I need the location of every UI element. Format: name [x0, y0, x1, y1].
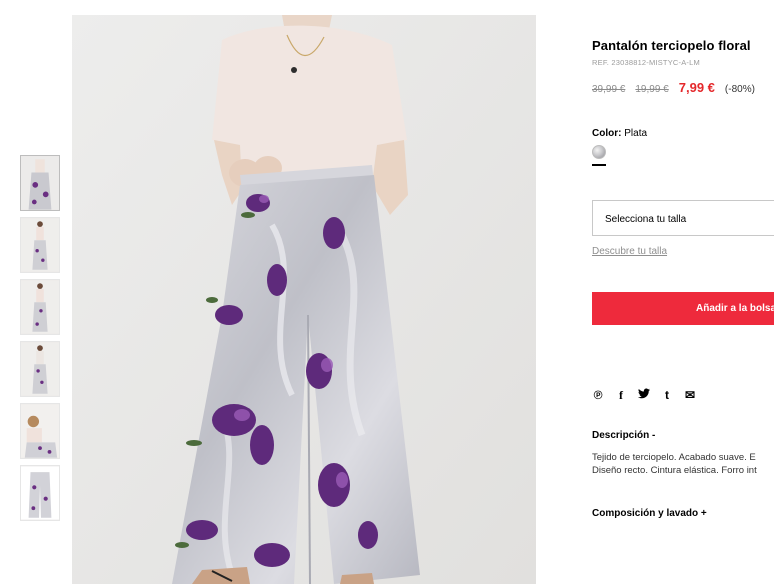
thumbnail-6[interactable]	[20, 465, 60, 521]
description-line-1: Tejido de terciopelo. Acabado suave. E	[592, 452, 756, 463]
thumbnail-4[interactable]	[20, 341, 60, 397]
twitter-icon[interactable]	[638, 388, 650, 403]
size-select[interactable]: Selecciona tu talla	[592, 200, 774, 236]
size-guide-link[interactable]: Descubre tu talla	[592, 246, 667, 257]
thumbnail-3[interactable]	[20, 279, 60, 335]
facebook-icon[interactable]: f	[615, 388, 627, 403]
discount-badge: (-80%)	[724, 84, 755, 95]
tumblr-icon[interactable]: t	[661, 388, 673, 403]
color-label: Color:	[592, 128, 622, 139]
thumbnail-5[interactable]	[20, 403, 60, 459]
price-sale: 7,99 €	[678, 80, 715, 95]
composition-toggle[interactable]: Composición y lavado +	[592, 508, 707, 519]
product-info-panel: Pantalón terciopelo floral REF. 23038812…	[592, 38, 774, 519]
thumbnail-1[interactable]	[20, 155, 60, 211]
description-text: Tejido de terciopelo. Acabado suave. E D…	[592, 451, 757, 477]
email-icon[interactable]: ✉	[684, 388, 696, 403]
thumbnail-2[interactable]	[20, 217, 60, 273]
share-icons: ℗ f t ✉	[592, 388, 696, 403]
product-reference: REF. 23038812-MISTYC-A-LM	[592, 58, 700, 67]
price-original: 39,99 €	[592, 84, 626, 95]
color-value: Plata	[624, 128, 648, 139]
description-line-2: Diseño recto. Cintura elástica. Forro in…	[592, 465, 757, 476]
product-title: Pantalón terciopelo floral	[592, 38, 751, 53]
color-selector: Color: Plata	[592, 128, 774, 166]
pinterest-icon[interactable]: ℗	[592, 388, 604, 403]
add-to-bag-button[interactable]: Añadir a la bolsa	[592, 292, 774, 325]
color-swatch-plata[interactable]	[592, 145, 606, 159]
product-main-image[interactable]	[72, 15, 536, 584]
description-toggle[interactable]: Descripción -	[592, 430, 655, 441]
thumbnail-gallery	[20, 155, 60, 527]
price-row: 39,99 € 19,99 € 7,99 € (-80%)	[592, 80, 774, 95]
swatch-selected-indicator	[592, 164, 606, 166]
price-previous: 19,99 €	[635, 84, 669, 95]
